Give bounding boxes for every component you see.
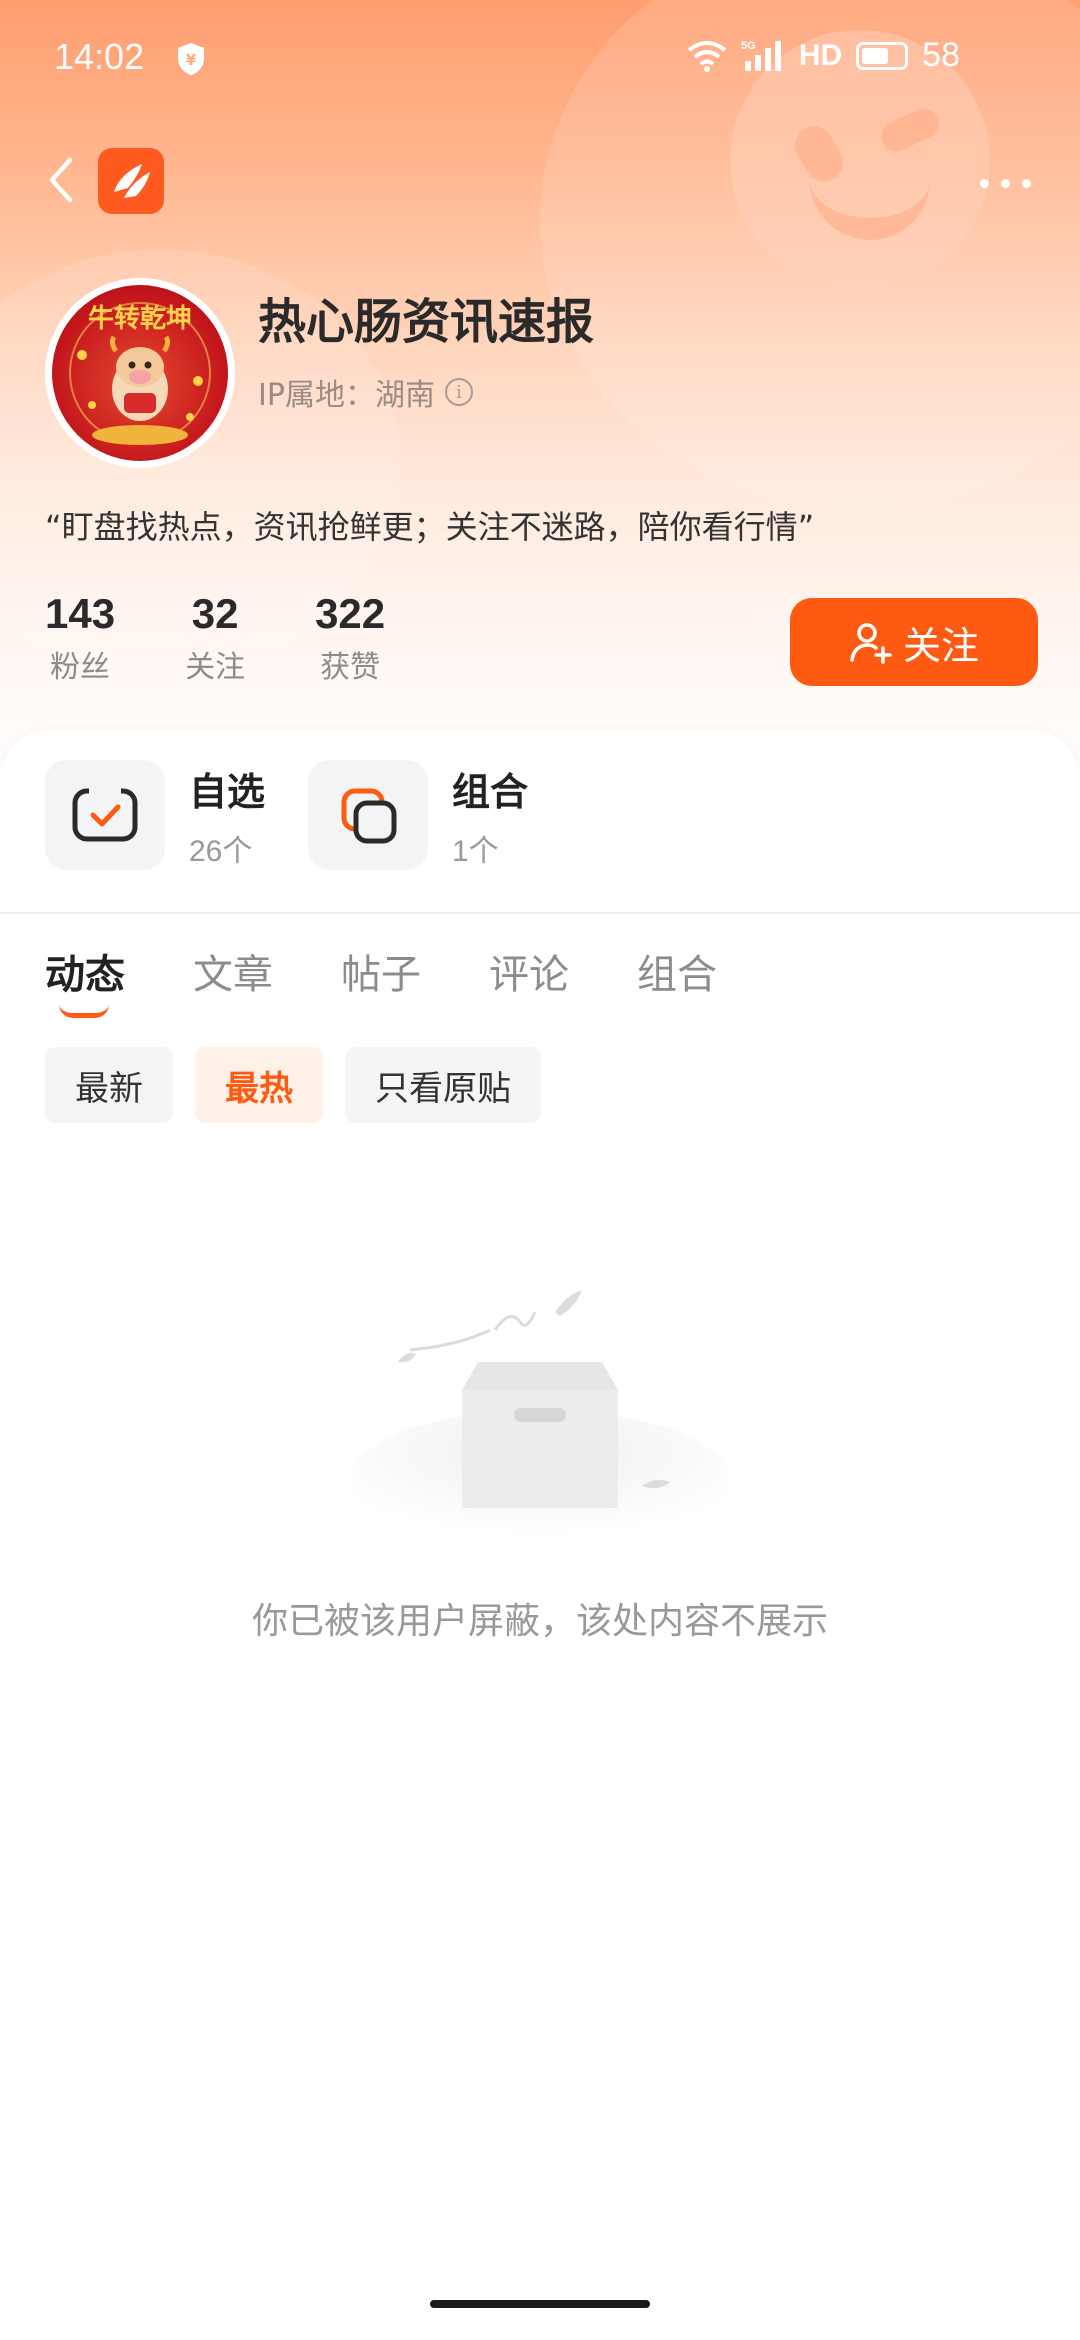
network-type: 5G xyxy=(741,40,756,52)
app-logo-icon[interactable] xyxy=(98,148,164,214)
shield-yen-icon: ¥ xyxy=(178,43,204,75)
status-time: 14:02 xyxy=(54,36,145,77)
wifi-icon xyxy=(687,40,727,72)
status-indicators: 5G HD 58 xyxy=(687,36,960,75)
svg-text:¥: ¥ xyxy=(186,51,197,69)
stat-likes[interactable]: 322 获赞 xyxy=(315,590,385,686)
portfolio-icon xyxy=(308,760,428,870)
profile-name: 热心肠资讯速报 xyxy=(258,294,595,350)
active-tab-indicator xyxy=(59,1004,109,1018)
back-arrow-icon[interactable] xyxy=(40,150,84,210)
stat-label: 关注 xyxy=(185,650,246,685)
quick-entry-watchlist[interactable]: 自选 26个 xyxy=(45,760,265,870)
tab-comments[interactable]: 评论 xyxy=(489,942,569,1000)
stat-value: 143 xyxy=(45,590,116,637)
more-options-icon[interactable] xyxy=(970,158,1040,208)
quick-entry-portfolio[interactable]: 组合 1个 xyxy=(308,760,528,870)
tab-portfolio[interactable]: 组合 xyxy=(637,942,717,1000)
avatar-ox-illustration: 牛转乾坤 xyxy=(69,302,211,445)
home-indicator[interactable] xyxy=(430,2300,650,2308)
stat-label: 获赞 xyxy=(320,650,381,685)
hd-indicator: HD xyxy=(798,38,843,72)
stat-fans[interactable]: 143 粉丝 xyxy=(45,590,115,686)
tab-dynamics[interactable]: 动态 xyxy=(45,942,125,1018)
filter-chips: 最新 最热 只看原贴 xyxy=(45,1047,541,1123)
tab-label: 文章 xyxy=(193,952,273,998)
avatar-text: 牛转乾坤 xyxy=(88,304,192,334)
battery-icon xyxy=(856,41,909,70)
watchlist-icon xyxy=(45,760,165,870)
stat-label: 粉丝 xyxy=(50,650,111,685)
stat-following[interactable]: 32 关注 xyxy=(185,590,245,686)
divider xyxy=(0,912,1080,914)
quick-entry-count: 26个 xyxy=(189,834,253,868)
tab-label: 评论 xyxy=(489,952,569,998)
profile-bio: “盯盘找热点，资讯抢鲜更；关注不迷路，陪你看行情” xyxy=(45,508,815,546)
quick-entry-title: 组合 xyxy=(452,769,529,814)
empty-box-illustration xyxy=(350,1290,730,1550)
avatar[interactable]: 牛转乾坤 xyxy=(45,278,235,468)
quick-entry-title: 自选 xyxy=(189,769,266,814)
info-icon[interactable]: i xyxy=(444,378,473,406)
tab-label: 帖子 xyxy=(341,952,421,998)
stat-value: 32 xyxy=(191,590,239,637)
profile-stats: 143 粉丝 32 关注 322 获赞 xyxy=(45,590,455,686)
battery-level: 58 xyxy=(922,36,960,74)
follow-button-label: 关注 xyxy=(902,623,979,668)
status-bar: 14:02 ¥ 5G HD 58 xyxy=(0,0,1080,120)
quick-entry-count: 1个 xyxy=(452,834,499,868)
tab-label: 组合 xyxy=(637,952,717,998)
add-user-icon xyxy=(850,623,892,664)
filter-latest[interactable]: 最新 xyxy=(45,1047,173,1123)
filter-hottest[interactable]: 最热 xyxy=(195,1047,323,1123)
cellular-signal-icon: 5G xyxy=(741,40,781,71)
content-tabs: 动态 文章 帖子 评论 组合 xyxy=(45,942,717,1018)
content-card: 自选 26个 组合 1个 动态 文章 帖子 评论 组合 最新 最热 只看原贴 你… xyxy=(0,730,1080,2340)
ip-location: IP属地：湖南 xyxy=(258,378,435,413)
ip-location-row: IP属地：湖南 i xyxy=(258,370,473,414)
tab-articles[interactable]: 文章 xyxy=(193,942,273,1000)
tab-posts[interactable]: 帖子 xyxy=(341,942,421,1000)
stat-value: 322 xyxy=(315,590,386,637)
empty-state-message: 你已被该用户屏蔽，该处内容不展示 xyxy=(251,1601,828,1642)
filter-original-only[interactable]: 只看原贴 xyxy=(345,1047,541,1123)
tab-label: 动态 xyxy=(45,952,125,998)
follow-button[interactable]: 关注 xyxy=(790,598,1038,686)
